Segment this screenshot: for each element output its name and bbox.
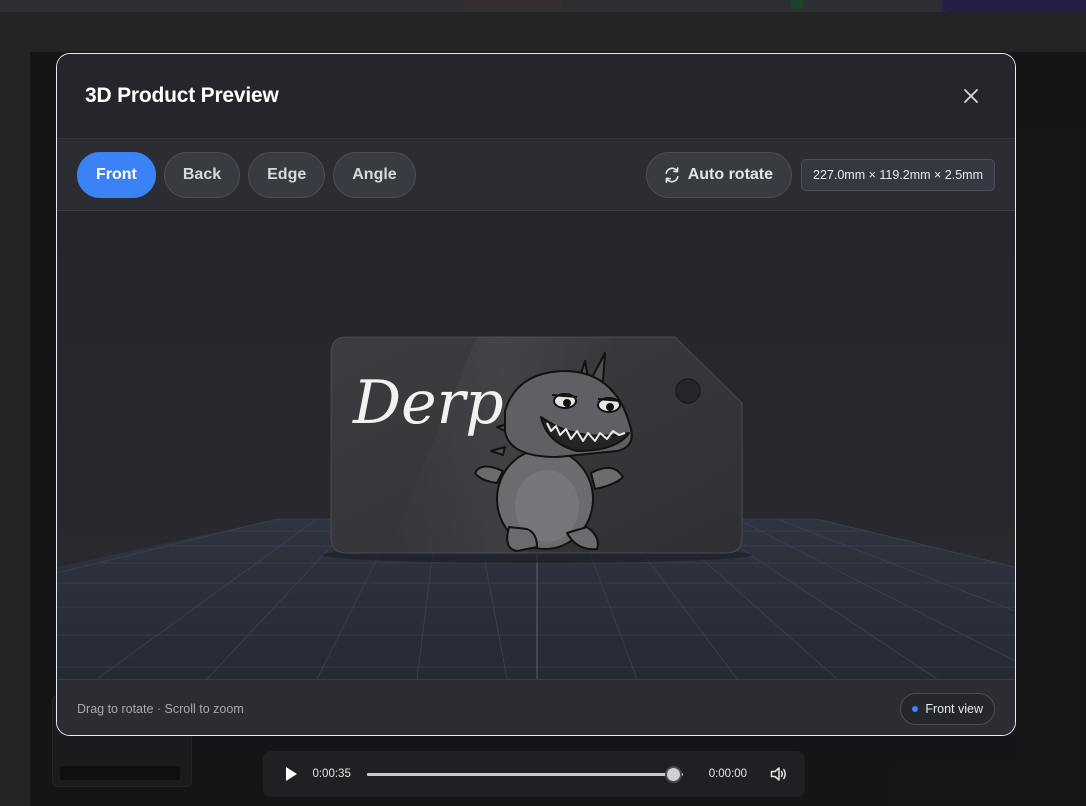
current-view-label: Front view: [925, 701, 983, 716]
volume-button[interactable]: [770, 764, 789, 784]
modal-header: 3D Product Preview: [57, 54, 1015, 139]
modal-title: 3D Product Preview: [85, 84, 279, 107]
dimensions-badge: 227.0mm × 119.2mm × 2.5mm: [801, 158, 995, 191]
refresh-icon: [665, 166, 679, 183]
preview-modal: 3D Product Preview Front Back Edge Angle…: [56, 53, 1016, 736]
media-player: 0:00:35 0:00:00: [263, 751, 805, 797]
current-view-badge: Front view: [900, 692, 995, 725]
tab-back[interactable]: Back: [163, 151, 241, 198]
auto-rotate-label: Auto rotate: [687, 165, 774, 183]
volume-icon: [771, 767, 787, 781]
close-button[interactable]: [959, 84, 983, 108]
progress-thumb[interactable]: [667, 768, 681, 781]
progress-fill: [367, 773, 674, 776]
progress-scrubber[interactable]: [367, 767, 683, 781]
tab-edge[interactable]: Edge: [248, 151, 326, 198]
view-status-dot: [912, 705, 919, 712]
view-tabs: Front Back Edge Angle: [77, 151, 416, 198]
play-icon: [285, 767, 297, 781]
scene: Derp: [57, 336, 1015, 679]
end-time: 0:00:00: [708, 768, 748, 780]
toolbar-right: Auto rotate 227.0mm × 119.2mm × 2.5mm: [645, 151, 995, 198]
tag-text: Derp: [352, 368, 504, 438]
play-button[interactable]: [281, 764, 300, 784]
modal-footer: Drag to rotate · Scroll to zoom Front vi…: [57, 679, 1015, 735]
tab-angle[interactable]: Angle: [333, 151, 416, 198]
view-toolbar: Front Back Edge Angle Auto rotate 227.0m…: [57, 139, 1015, 211]
keyring-hole: [675, 378, 701, 404]
tab-front[interactable]: Front: [77, 151, 156, 198]
close-icon: [964, 89, 978, 103]
interaction-hint: Drag to rotate · Scroll to zoom: [77, 701, 244, 716]
auto-rotate-button[interactable]: Auto rotate: [645, 151, 793, 198]
3d-viewport[interactable]: Derp: [57, 211, 1015, 679]
current-time: 0:00:35: [312, 768, 351, 780]
